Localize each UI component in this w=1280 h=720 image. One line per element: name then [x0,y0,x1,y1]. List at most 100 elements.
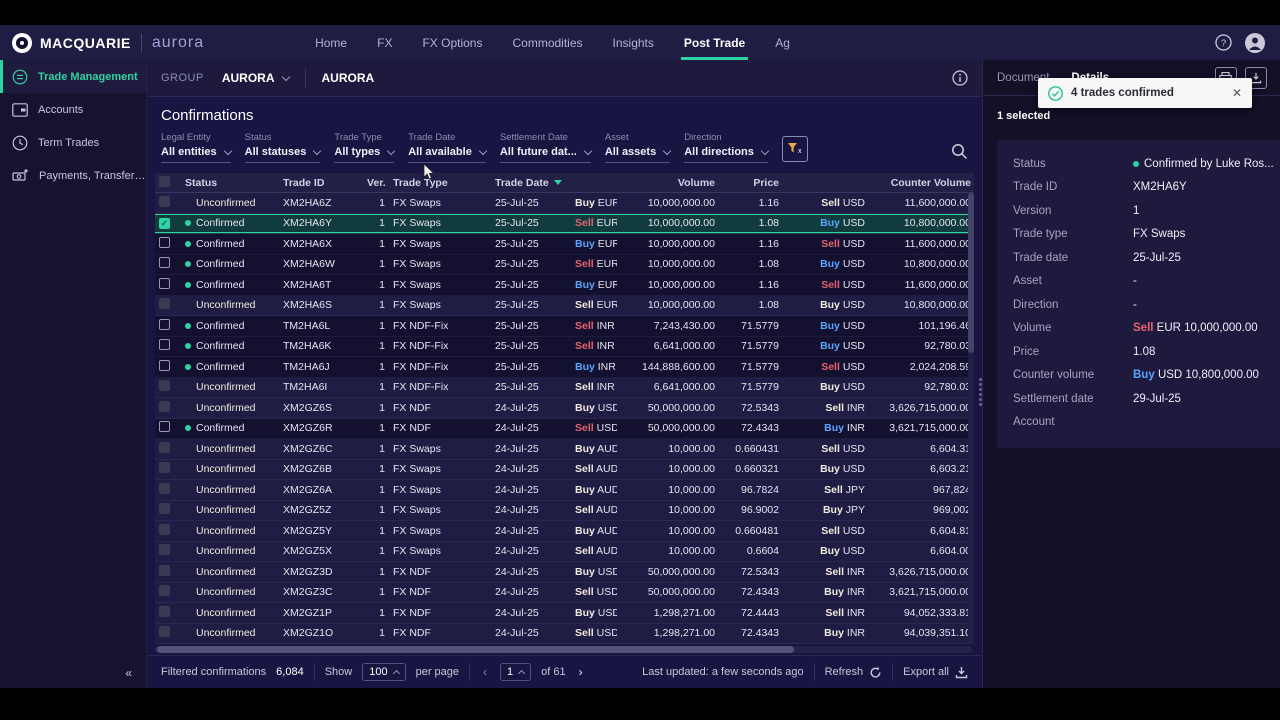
status-text: Confirmed [196,422,244,434]
filter-trade-date[interactable]: Trade DateAll available [408,132,486,163]
status-cell: Confirmed [181,258,279,270]
row-checkbox[interactable] [159,380,170,391]
filter-legal-entity[interactable]: Legal EntityAll entities [161,132,231,163]
table-row[interactable]: UnconfirmedXM2GZ5Z1FX Swaps24-Jul-25Sell… [155,501,974,522]
table-row[interactable]: UnconfirmedXM2GZ6B1FX Swaps24-Jul-25Sell… [155,460,974,481]
row-checkbox[interactable] [159,606,170,617]
nav-item-insights[interactable]: Insights [598,25,669,60]
refresh-button[interactable]: Refresh [825,666,883,679]
trade-type-cell: FX Swaps [389,504,491,516]
filter-status[interactable]: StatusAll statuses [245,132,321,163]
counter-direction-cell: Sell USD [783,361,869,373]
previous-page-button[interactable]: ‹ [480,665,490,679]
search-icon[interactable] [951,143,968,160]
table-row[interactable]: ConfirmedTM2HA6J1FX NDF-Fix25-Jul-25Buy … [155,357,974,378]
filter-asset[interactable]: AssetAll assets [605,132,670,163]
group-dropdown[interactable]: AURORA [222,71,289,85]
sidebar-collapse-button[interactable]: « [125,666,132,680]
row-checkbox[interactable] [159,503,170,514]
table-row[interactable]: UnconfirmedXM2GZ1O1FX NDF24-Jul-25Sell U… [155,624,974,645]
table-row[interactable]: UnconfirmedXM2GZ3D1FX NDF24-Jul-25Buy US… [155,562,974,583]
sidebar-item-label: Accounts [38,104,146,116]
row-checkbox[interactable] [159,585,170,596]
filter-trade-type[interactable]: Trade TypeAll types [334,132,394,163]
row-checkbox[interactable] [159,237,170,248]
table-row[interactable]: UnconfirmedXM2GZ6S1FX NDF24-Jul-25Buy US… [155,398,974,419]
select-all-checkbox[interactable] [159,176,170,187]
row-checkbox[interactable] [159,319,170,330]
trade-date-cell: 25-Jul-25 [491,217,571,229]
sidebar-item-trade-management[interactable]: Trade Management [0,60,146,93]
sidebar-item-accounts[interactable]: Accounts [0,93,146,126]
detail-row-status: StatusConfirmed by Luke Ros... [1013,152,1274,176]
row-checkbox[interactable] [159,421,170,432]
row-checkbox[interactable] [159,565,170,576]
row-checkbox[interactable] [159,360,170,371]
nav-item-commodities[interactable]: Commodities [497,25,597,60]
row-checkbox[interactable] [159,257,170,268]
status-text: Unconfirmed [196,484,256,496]
row-checkbox[interactable] [159,524,170,535]
version-cell: 1 [363,258,389,270]
panel-resize-handle[interactable] [979,378,982,406]
table-row[interactable]: UnconfirmedXM2GZ5Y1FX Swaps24-Jul-25Buy … [155,521,974,542]
row-checkbox[interactable] [159,544,170,555]
row-checkbox[interactable] [159,401,170,412]
table-row[interactable]: UnconfirmedXM2GZ3C1FX NDF24-Jul-25Sell U… [155,583,974,604]
nav-item-ag[interactable]: Ag [760,25,805,60]
table-row[interactable]: ConfirmedXM2HA6X1FX Swaps25-Jul-25Buy EU… [155,234,974,255]
export-all-button[interactable]: Export all [903,666,968,679]
table-row[interactable]: ConfirmedXM2GZ6R1FX NDF24-Jul-25Sell USD… [155,419,974,440]
row-checkbox[interactable] [159,626,170,637]
table-row[interactable]: UnconfirmedXM2GZ6C1FX Swaps24-Jul-25Buy … [155,439,974,460]
row-checkbox[interactable] [159,278,170,289]
volume-cell: 10,000,000.00 [617,258,719,270]
version-cell: 1 [363,525,389,537]
page-number-select[interactable]: 1 [500,663,531,681]
user-avatar[interactable] [1244,32,1266,54]
row-checkbox[interactable] [159,298,170,309]
info-icon[interactable] [952,70,968,86]
next-page-button[interactable]: › [576,665,586,679]
price-cell: 0.660431 [719,443,783,455]
row-checkbox[interactable] [159,483,170,494]
detail-row-volume: VolumeSell EUR 10,000,000.00 [1013,317,1274,341]
nav-item-home[interactable]: Home [300,25,362,60]
table-row[interactable]: UnconfirmedXM2GZ6A1FX Swaps24-Jul-25Buy … [155,480,974,501]
nav-item-fx-options[interactable]: FX Options [407,25,497,60]
sidebar-item-payments-transfers[interactable]: Payments, Transfers & ... [0,159,146,192]
row-checkbox[interactable]: ✓ [159,218,170,229]
counter-volume-cell: 969,002 [869,504,974,516]
counter-direction-text: Buy [820,217,840,229]
table-row[interactable]: ConfirmedTM2HA6K1FX NDF-Fix25-Jul-25Sell… [155,337,974,358]
row-checkbox[interactable] [159,442,170,453]
select-all-cell[interactable] [155,176,181,190]
sidebar-item-term-trades[interactable]: Term Trades [0,126,146,159]
page-size-select[interactable]: 100 [362,663,405,681]
row-checkbox[interactable] [159,339,170,350]
filter-direction[interactable]: DirectionAll directions [684,132,768,163]
table-row[interactable]: UnconfirmedTM2HA6I1FX NDF-Fix25-Jul-25Se… [155,378,974,399]
nav-item-fx[interactable]: FX [362,25,407,60]
table-row[interactable]: UnconfirmedXM2HA6S1FX Swaps25-Jul-25Sell… [155,296,974,317]
table-row[interactable]: UnconfirmedXM2GZ5X1FX Swaps24-Jul-25Sell… [155,542,974,563]
toast-close-icon[interactable]: ✕ [1232,86,1242,100]
row-checkbox[interactable] [159,462,170,473]
clear-filters-button[interactable]: x [782,136,808,162]
table-row[interactable]: ConfirmedXM2HA6W1FX Swaps25-Jul-25Sell E… [155,255,974,276]
table-row[interactable]: ConfirmedTM2HA6L1FX NDF-Fix25-Jul-25Sell… [155,316,974,337]
status-cell: Confirmed [181,238,279,250]
nav-item-post-trade[interactable]: Post Trade [669,25,760,60]
table-row[interactable]: ConfirmedXM2HA6T1FX Swaps25-Jul-25Buy EU… [155,275,974,296]
vertical-scrollbar[interactable] [968,193,974,644]
table-row[interactable]: ✓ConfirmedXM2HA6Y1FX Swaps25-Jul-25Sell … [155,214,974,235]
row-checkbox[interactable] [159,196,170,207]
status-cell: Unconfirmed [181,525,279,537]
table-row[interactable]: UnconfirmedXM2GZ1P1FX NDF24-Jul-25Buy US… [155,603,974,624]
table-row[interactable]: UnconfirmedXM2HA6Z1FX Swaps25-Jul-25Buy … [155,193,974,214]
filter-bar: Legal EntityAll entities StatusAll status… [147,130,982,171]
horizontal-scrollbar[interactable] [155,646,972,653]
help-icon[interactable]: ? [1215,34,1232,51]
version-cell: 1 [363,299,389,311]
filter-settlement-date[interactable]: Settlement DateAll future dat... [500,132,591,163]
